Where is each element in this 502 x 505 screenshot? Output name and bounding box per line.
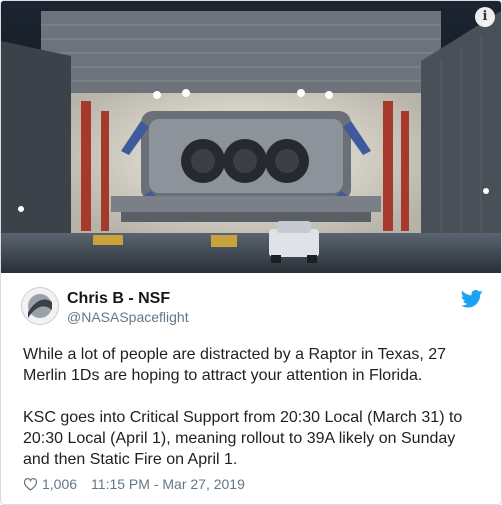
tweet-footer: 1,006 11:15 PM - Mar 27, 2019	[23, 475, 245, 493]
info-icon[interactable]: i	[475, 7, 495, 27]
avatar-image	[22, 288, 58, 324]
tweet-body: While a lot of people are distracted by …	[23, 344, 483, 491]
twitter-bird-icon[interactable]	[461, 290, 483, 308]
author-name[interactable]: Chris B - NSF	[67, 290, 170, 308]
embedded-tweet-card[interactable]: i Chris B - NSF @NASASpaceflight While a…	[0, 0, 502, 505]
tweet-photo[interactable]: i	[1, 1, 501, 273]
avatar[interactable]	[21, 287, 59, 325]
like-count[interactable]: 1,006	[42, 476, 77, 492]
heart-icon[interactable]	[23, 477, 38, 491]
hangar-falcon-heavy-photo	[1, 1, 501, 273]
tweet-paragraph: KSC goes into Critical Support from 20:3…	[23, 409, 463, 468]
tweet-timestamp[interactable]: 11:15 PM - Mar 27, 2019	[91, 476, 245, 492]
tweet-paragraph: While a lot of people are distracted by …	[23, 346, 447, 384]
tweet-header: Chris B - NSF @NASASpaceflight	[21, 287, 483, 331]
author-handle[interactable]: @NASASpaceflight	[67, 309, 189, 325]
